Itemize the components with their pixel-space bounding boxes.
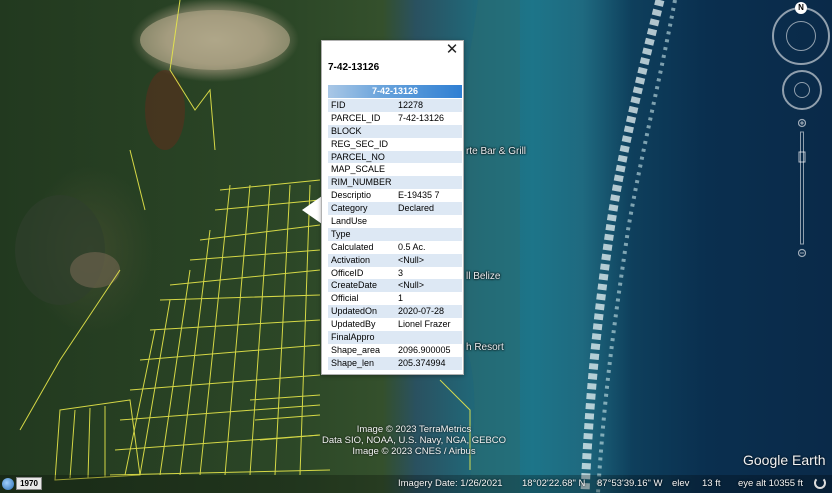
attribute-key: Activation — [331, 254, 371, 265]
loading-spinner-icon — [814, 477, 826, 489]
attribute-row: OfficeID 3 — [328, 267, 462, 280]
attribute-row: PARCEL_ID 7-42-13126 — [328, 112, 462, 125]
attribution-line: Image © 2023 CNES / Airbus — [352, 446, 476, 457]
attribute-value: 7-42-13126 — [398, 112, 445, 123]
imagery-attribution: Image © 2023 TerraMetrics Data SIO, NOAA… — [300, 424, 528, 457]
eye-altitude: eye alt 10355 ft — [738, 478, 803, 489]
attribute-key: RIM_NUMBER — [331, 177, 392, 188]
attribute-key: Category — [331, 203, 368, 214]
attribute-value — [395, 331, 462, 344]
attribute-row: Category Declared — [328, 202, 462, 216]
place-label[interactable]: ll Belize — [466, 271, 500, 282]
attribute-value: 2096.900005 — [398, 344, 451, 355]
attribute-key: Descriptio — [331, 190, 372, 201]
place-label[interactable]: rte Bar & Grill — [466, 146, 526, 157]
attribute-key: UpdatedOn — [331, 306, 378, 317]
attribute-key: PARCEL_NO — [331, 151, 385, 162]
attribute-row: FinalAppro — [328, 331, 462, 344]
latitude-readout: 18°02'22.68" N — [522, 478, 586, 489]
compass-north-icon[interactable]: N — [795, 2, 807, 14]
attribute-key: Calculated — [331, 241, 374, 252]
zoom-slider[interactable] — [798, 118, 806, 258]
elevation-label: elev — [672, 478, 690, 489]
attribute-row: UpdatedBy Lionel Frazer — [328, 318, 462, 331]
move-joystick-center[interactable] — [794, 82, 810, 98]
attribute-value: 0.5 Ac. — [398, 241, 426, 252]
attribute-key: LandUse — [331, 216, 368, 227]
attribute-value: 2020-07-28 — [398, 306, 445, 317]
attribute-row: Calculated 0.5 Ac. — [328, 241, 462, 254]
attribute-key: UpdatedBy — [331, 319, 376, 330]
look-joystick-center[interactable] — [786, 21, 816, 51]
attribute-value: Declared — [398, 203, 435, 214]
attribution-line: Image © 2023 TerraMetrics — [356, 424, 472, 435]
attribute-row: Official 1 — [328, 292, 462, 305]
attribute-value: Lionel Frazer — [398, 319, 451, 330]
attribute-key: PARCEL_ID — [331, 112, 381, 123]
attribute-row: MAP_SCALE — [328, 163, 462, 176]
attribute-row: Type — [328, 227, 462, 241]
historical-imagery-icon[interactable] — [2, 478, 14, 490]
google-earth-logo: Google Earth — [743, 452, 826, 468]
attribute-key: Official — [331, 293, 359, 304]
attribute-row: Shape_len 205.374994 — [328, 356, 462, 370]
attribute-value — [395, 125, 462, 138]
attribute-value: 1 — [398, 293, 404, 304]
attribute-key: OfficeID — [331, 267, 364, 278]
popup-pointer — [302, 196, 322, 224]
attribute-row: REG_SEC_ID — [328, 138, 462, 151]
status-bar: Imagery Date: 1/26/2021 18°02'22.68" N 8… — [0, 475, 832, 493]
elevation-value: 13 ft — [702, 478, 721, 489]
longitude-readout: 87°53'39.16" W — [597, 478, 663, 489]
attribute-key: BLOCK — [331, 125, 362, 136]
popup-header: 7-42-13126 — [328, 85, 462, 98]
attribute-row: Activation <Null> — [328, 253, 462, 267]
attribute-value — [395, 151, 462, 164]
attribute-row: BLOCK — [328, 124, 462, 138]
attribute-row: UpdatedOn 2020-07-28 — [328, 305, 462, 319]
attribute-value: 3 — [398, 267, 404, 278]
attribute-key: MAP_SCALE — [331, 164, 386, 175]
attribute-key: REG_SEC_ID — [331, 138, 389, 149]
place-label[interactable]: h Resort — [466, 342, 504, 353]
attribute-value: 205.374994 — [398, 357, 446, 368]
attribute-key: FID — [331, 100, 346, 110]
attribute-value: E-19435 7 — [398, 190, 440, 201]
attribute-row: Descriptio E-19435 7 — [328, 189, 462, 202]
attribute-row: Shape_area 2096.900005 — [328, 344, 462, 357]
attribute-key: FinalAppro — [331, 332, 375, 343]
attribute-table: FID 12278 PARCEL_ID 7-42-13126 BLOCK REG_SEC_… — [328, 99, 462, 370]
historical-year-box[interactable]: 1970 — [16, 477, 42, 490]
attribution-line: Data SIO, NOAA, U.S. Navy, NGA, GEBCO — [321, 435, 507, 446]
attribute-row: LandUse — [328, 215, 462, 228]
attribute-key: CreateDate — [331, 280, 378, 291]
attribute-key: Shape_len — [331, 357, 375, 368]
attribute-row: FID 12278 — [328, 99, 462, 112]
imagery-date: Imagery Date: 1/26/2021 — [398, 478, 503, 489]
close-icon[interactable]: ✕ — [445, 42, 459, 58]
attribute-value: <Null> — [398, 254, 425, 265]
attribute-value: <Null> — [398, 280, 425, 291]
attribute-value — [395, 138, 462, 151]
attribute-key: Shape_area — [331, 344, 381, 355]
attribute-value — [395, 215, 462, 228]
attribute-value — [395, 228, 462, 241]
attribute-key: Type — [331, 228, 351, 239]
attribute-row: PARCEL_NO — [328, 150, 462, 164]
attribute-value — [395, 176, 462, 189]
attribute-row: RIM_NUMBER — [328, 176, 462, 190]
attribute-row: CreateDate <Null> — [328, 279, 462, 293]
attribute-value — [395, 163, 462, 176]
attribute-value: 12278 — [398, 100, 424, 110]
parcel-info-popup: ✕ 7-42-13126 7-42-13126 FID 12278 PARCEL_I… — [321, 40, 464, 375]
popup-title: 7-42-13126 — [328, 62, 380, 73]
